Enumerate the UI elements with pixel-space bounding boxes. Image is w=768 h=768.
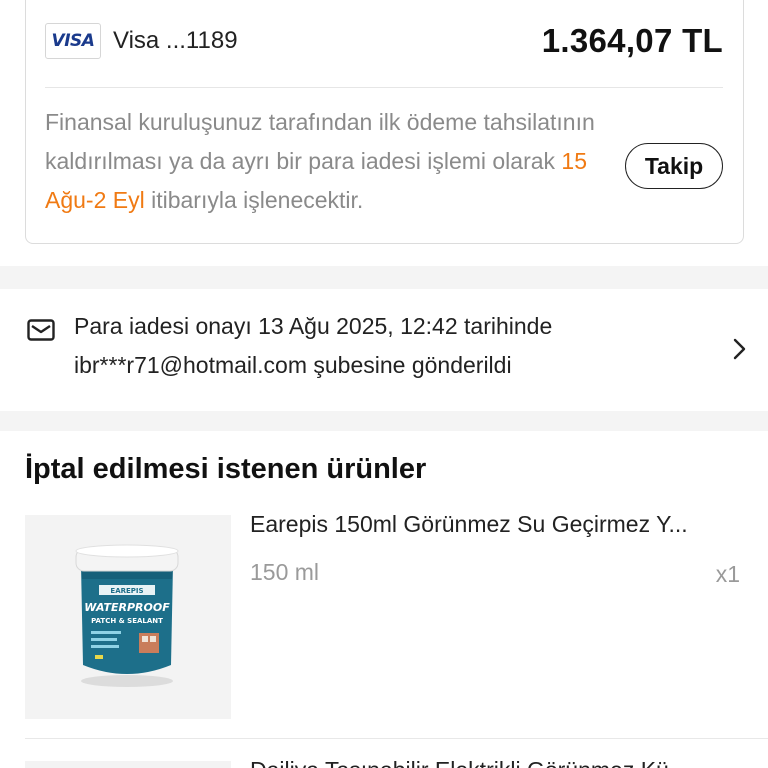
mail-icon: [27, 319, 55, 341]
product-variant: 150 ml: [250, 559, 320, 585]
product-name[interactable]: Dailiya Taşınabilir Elektrikli Görünmez …: [250, 757, 750, 768]
payment-row: VISA Visa ...1189 1.364,07 TL: [45, 21, 723, 61]
product-name[interactable]: Earepis 150ml Görünmez Su Geçirmez Y...: [250, 511, 750, 538]
refund-note-text-end: itibarıyla işlenecektir.: [144, 187, 364, 213]
card-label: Visa ...1189: [113, 27, 238, 54]
section-title: İptal edilmesi istenen ürünler: [25, 453, 427, 485]
waterproof-jar-icon: EAREPIS WATERPROOF PATCH & SEALANT: [75, 544, 179, 687]
refund-section: VISA Visa ...1189 1.364,07 TL Finansal k…: [0, 0, 768, 266]
visa-logo-icon: VISA: [45, 23, 101, 59]
item-divider: [25, 738, 768, 739]
divider: [45, 87, 723, 88]
refund-amount: 1.364,07 TL: [541, 22, 723, 59]
refund-note-text: Finansal kuruluşunuz tarafından ilk ödem…: [45, 109, 595, 174]
follow-button[interactable]: Takip: [625, 143, 723, 189]
refund-note: Finansal kuruluşunuz tarafından ilk ödem…: [45, 103, 625, 220]
refund-card: VISA Visa ...1189 1.364,07 TL Finansal k…: [25, 0, 744, 244]
chevron-right-icon: [733, 338, 746, 360]
email-notice-text: Para iadesi onayı 13 Ağu 2025, 12:42 tar…: [74, 313, 553, 378]
cancel-items-section: İptal edilmesi istenen ürünler EAREPIS W…: [0, 431, 768, 768]
jar-title-text: WATERPROOF: [84, 601, 170, 614]
product-quantity: x1: [715, 561, 740, 587]
email-notice-row[interactable]: Para iadesi onayı 13 Ağu 2025, 12:42 tar…: [0, 289, 768, 411]
jar-brand-text: EAREPIS: [110, 587, 143, 595]
jar-subtitle-text: PATCH & SEALANT: [91, 617, 163, 625]
product-image[interactable]: [25, 761, 231, 768]
product-image[interactable]: EAREPIS WATERPROOF PATCH & SEALANT: [25, 515, 231, 719]
